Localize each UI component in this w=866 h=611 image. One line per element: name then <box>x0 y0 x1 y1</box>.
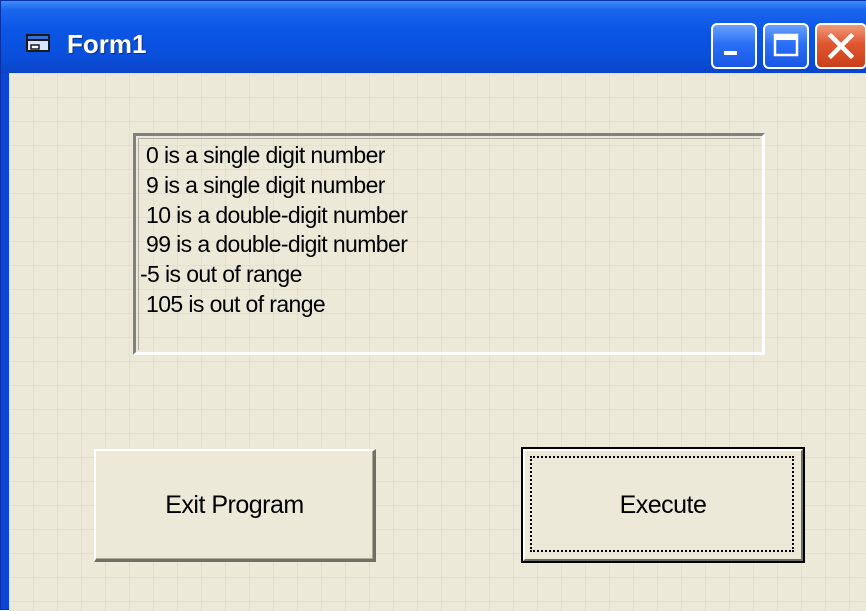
close-button[interactable] <box>815 23 866 69</box>
maximize-icon <box>773 33 799 57</box>
exit-program-button[interactable]: Exit Program <box>94 449 376 562</box>
output-listbox[interactable]: 0 is a single digit number 9 is a single… <box>133 133 765 355</box>
list-item[interactable]: 99 is a double-digit number <box>146 231 408 258</box>
form-client-area: 0 is a single digit number 9 is a single… <box>9 73 866 611</box>
window-title: Form1 <box>67 29 147 59</box>
list-item[interactable]: -5 is out of range <box>140 261 302 288</box>
exit-program-label: Exit Program <box>165 490 304 519</box>
maximize-button[interactable] <box>763 23 809 69</box>
close-icon <box>827 32 855 60</box>
minimize-button[interactable] <box>711 23 757 69</box>
form1-window: Form1 0 is a single digit number 9 is a … <box>0 0 866 611</box>
list-item[interactable]: 0 is a single digit number <box>146 142 385 169</box>
list-item[interactable]: 9 is a single digit number <box>146 172 385 199</box>
list-item[interactable]: 10 is a double-digit number <box>146 202 408 229</box>
execute-label: Execute <box>619 490 707 519</box>
title-bar[interactable]: Form1 <box>1 1 866 73</box>
minimize-icon <box>724 51 737 55</box>
list-item[interactable]: 105 is out of range <box>146 291 326 318</box>
vb-form-icon <box>26 34 50 52</box>
execute-button[interactable]: Execute <box>521 447 805 563</box>
